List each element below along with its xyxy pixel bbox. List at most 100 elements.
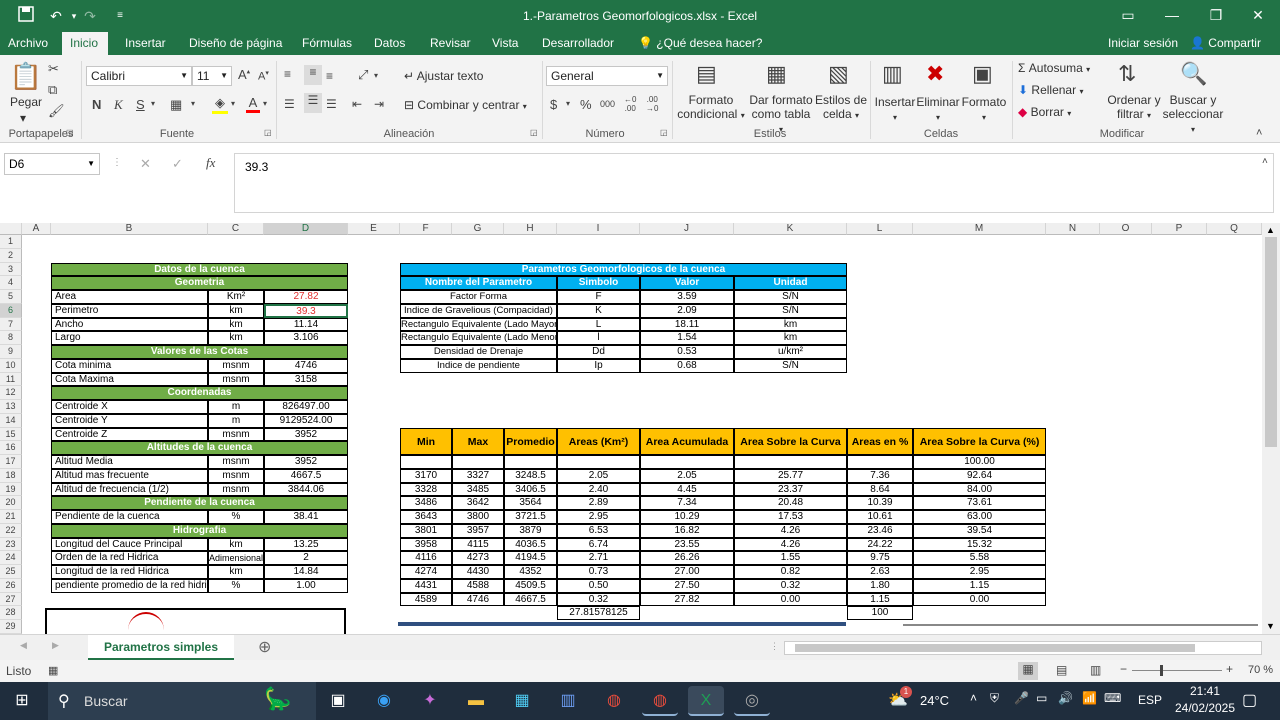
font-launcher-icon[interactable]: ◲ bbox=[264, 128, 272, 137]
param-value[interactable]: 3844.06 bbox=[264, 482, 348, 497]
find-icon[interactable]: 🔍 bbox=[1180, 61, 1207, 87]
language[interactable]: ESP bbox=[1138, 693, 1162, 707]
param-unit[interactable]: Km² bbox=[208, 290, 264, 304]
notifications-icon[interactable]: ▢ bbox=[1242, 690, 1257, 710]
number-launcher-icon[interactable]: ◲ bbox=[660, 128, 668, 137]
areas-cell[interactable]: 4116 bbox=[400, 551, 452, 565]
params-cell[interactable]: l bbox=[557, 331, 640, 345]
param-unit[interactable]: msnm bbox=[208, 468, 264, 483]
param-value[interactable]: 13.25 bbox=[264, 537, 348, 552]
chevron-up-icon[interactable]: ˄ bbox=[970, 691, 977, 705]
areas-cell[interactable]: 23.46 bbox=[847, 523, 913, 538]
param-value[interactable]: 3.106 bbox=[264, 331, 348, 345]
italic-icon[interactable]: K bbox=[114, 97, 123, 113]
param-label[interactable]: pendiente promedio de la red hidrica bbox=[51, 578, 208, 593]
fill-button[interactable]: ⬇ Rellenar ▾ bbox=[1018, 83, 1083, 99]
chart-frame-2[interactable] bbox=[398, 622, 846, 626]
format-cells-button[interactable]: Formato ▾ bbox=[960, 95, 1008, 125]
areas-cell[interactable]: 2.89 bbox=[557, 496, 640, 510]
autosum-button[interactable]: Σ Autosuma ▾ bbox=[1018, 61, 1090, 77]
scroll-up-icon[interactable]: ▲ bbox=[1266, 225, 1275, 235]
section-header[interactable]: Altitudes de la cuenca bbox=[51, 441, 348, 455]
align-center-icon[interactable]: ☰ bbox=[304, 93, 322, 113]
param-unit[interactable]: km bbox=[208, 303, 264, 318]
row-header[interactable]: 25 bbox=[0, 565, 22, 579]
param-label[interactable]: Longitud del Cauce Principal bbox=[51, 537, 208, 552]
row-header[interactable]: 22 bbox=[0, 523, 22, 538]
areas-cell[interactable]: 3486 bbox=[400, 496, 452, 510]
clear-button[interactable]: ◆ Borrar ▾ bbox=[1018, 105, 1071, 121]
areas-header[interactable]: Max bbox=[452, 427, 504, 455]
areas-cell[interactable]: 73.61 bbox=[913, 496, 1046, 510]
section-header[interactable]: Geometria bbox=[51, 276, 348, 290]
areas-cell[interactable]: 2.95 bbox=[913, 565, 1046, 579]
app-icon-3[interactable]: ◎ bbox=[734, 686, 770, 716]
params-cell[interactable]: 2.09 bbox=[640, 303, 734, 318]
areas-cell[interactable]: 6.74 bbox=[557, 537, 640, 552]
areas-cell[interactable]: 20.48 bbox=[734, 496, 847, 510]
zoom-level[interactable]: 70 % bbox=[1248, 664, 1273, 676]
param-unit[interactable]: % bbox=[208, 510, 264, 524]
params-cell[interactable]: km bbox=[734, 331, 847, 345]
param-label[interactable]: Cota minima bbox=[51, 358, 208, 373]
decrease-font-icon[interactable]: A▾ bbox=[258, 69, 269, 83]
areas-cell[interactable] bbox=[452, 455, 504, 469]
select-all-corner[interactable] bbox=[0, 223, 22, 235]
params-cell[interactable]: F bbox=[557, 290, 640, 304]
row-header[interactable]: 16 bbox=[0, 441, 22, 455]
signin-link[interactable]: Iniciar sesión bbox=[1100, 32, 1186, 55]
areas-cell[interactable]: 27.50 bbox=[640, 578, 734, 593]
params-cell[interactable]: 1.54 bbox=[640, 331, 734, 345]
params-cell[interactable]: 18.11 bbox=[640, 317, 734, 332]
areas-cell[interactable]: 4.26 bbox=[734, 523, 847, 538]
section-header[interactable]: Coordenadas bbox=[51, 386, 348, 400]
areas-cell[interactable]: 10.29 bbox=[640, 510, 734, 524]
section-header[interactable]: Pendiente de la cuenca bbox=[51, 496, 348, 510]
column-header[interactable]: K bbox=[734, 223, 847, 235]
param-unit[interactable]: km bbox=[208, 331, 264, 345]
areas-cell[interactable]: 100.00 bbox=[913, 455, 1046, 469]
areas-header[interactable]: Promedio bbox=[504, 427, 557, 455]
font-size-select[interactable]: 11 ▼ bbox=[192, 66, 232, 86]
tab-datos[interactable]: Datos bbox=[366, 32, 413, 55]
section-header[interactable]: Hidrografia bbox=[51, 523, 348, 538]
areas-cell[interactable]: 0.00 bbox=[734, 592, 847, 607]
param-unit[interactable]: m bbox=[208, 400, 264, 414]
percent-icon[interactable]: % bbox=[580, 97, 592, 112]
expand-formula-icon[interactable]: ˄ bbox=[1262, 156, 1268, 167]
bold-icon[interactable]: N bbox=[92, 97, 101, 112]
areas-cell[interactable]: 25.77 bbox=[734, 468, 847, 483]
tab-formulas[interactable]: Fórmulas bbox=[294, 32, 360, 55]
selected-cell[interactable]: 39.3 bbox=[264, 303, 348, 318]
borders-icon[interactable]: ▦ bbox=[170, 97, 182, 113]
param-value[interactable]: 3952 bbox=[264, 427, 348, 442]
areas-cell[interactable]: 4.45 bbox=[640, 482, 734, 497]
areas-cell[interactable]: 1.80 bbox=[847, 578, 913, 593]
column-header[interactable]: A bbox=[22, 223, 51, 235]
areas-cell[interactable]: 4273 bbox=[452, 551, 504, 565]
row-header[interactable]: 5 bbox=[0, 290, 22, 304]
areas-cell[interactable]: 4746 bbox=[452, 592, 504, 607]
areas-cell[interactable]: 10.61 bbox=[847, 510, 913, 524]
params-cell[interactable]: Rectangulo Equivalente (Lado Mayor) bbox=[400, 317, 557, 332]
taskbar-search[interactable]: ⚲ Buscar 🦕 bbox=[48, 682, 316, 720]
decrease-decimal-icon[interactable]: .00 →0 bbox=[646, 95, 658, 113]
copilot-icon[interactable]: ✦ bbox=[412, 686, 448, 716]
param-value[interactable]: 14.84 bbox=[264, 565, 348, 579]
keyboard-icon[interactable]: ⌨ bbox=[1104, 691, 1121, 705]
param-value[interactable]: 9129524.00 bbox=[264, 413, 348, 428]
params-cell[interactable]: Densidad de Drenaje bbox=[400, 345, 557, 359]
row-header[interactable]: 7 bbox=[0, 317, 22, 332]
tab-revisar[interactable]: Revisar bbox=[422, 32, 479, 55]
areas-cell[interactable]: 3642 bbox=[452, 496, 504, 510]
maximize-button[interactable]: ❐ bbox=[1194, 0, 1238, 32]
formula-input[interactable]: 39.3 bbox=[234, 153, 1274, 213]
decrease-indent-icon[interactable]: ⇤ bbox=[352, 97, 362, 111]
param-value[interactable]: 4746 bbox=[264, 358, 348, 373]
areas-cell[interactable]: 4115 bbox=[452, 537, 504, 552]
param-label[interactable]: Cota Maxima bbox=[51, 372, 208, 387]
page-layout-icon[interactable]: ▤ bbox=[1056, 663, 1067, 677]
params-cell[interactable]: Indice de Gravelious (Compacidad) bbox=[400, 303, 557, 318]
alignment-launcher-icon[interactable]: ◲ bbox=[530, 128, 538, 137]
areas-cell[interactable]: 1.15 bbox=[847, 592, 913, 607]
